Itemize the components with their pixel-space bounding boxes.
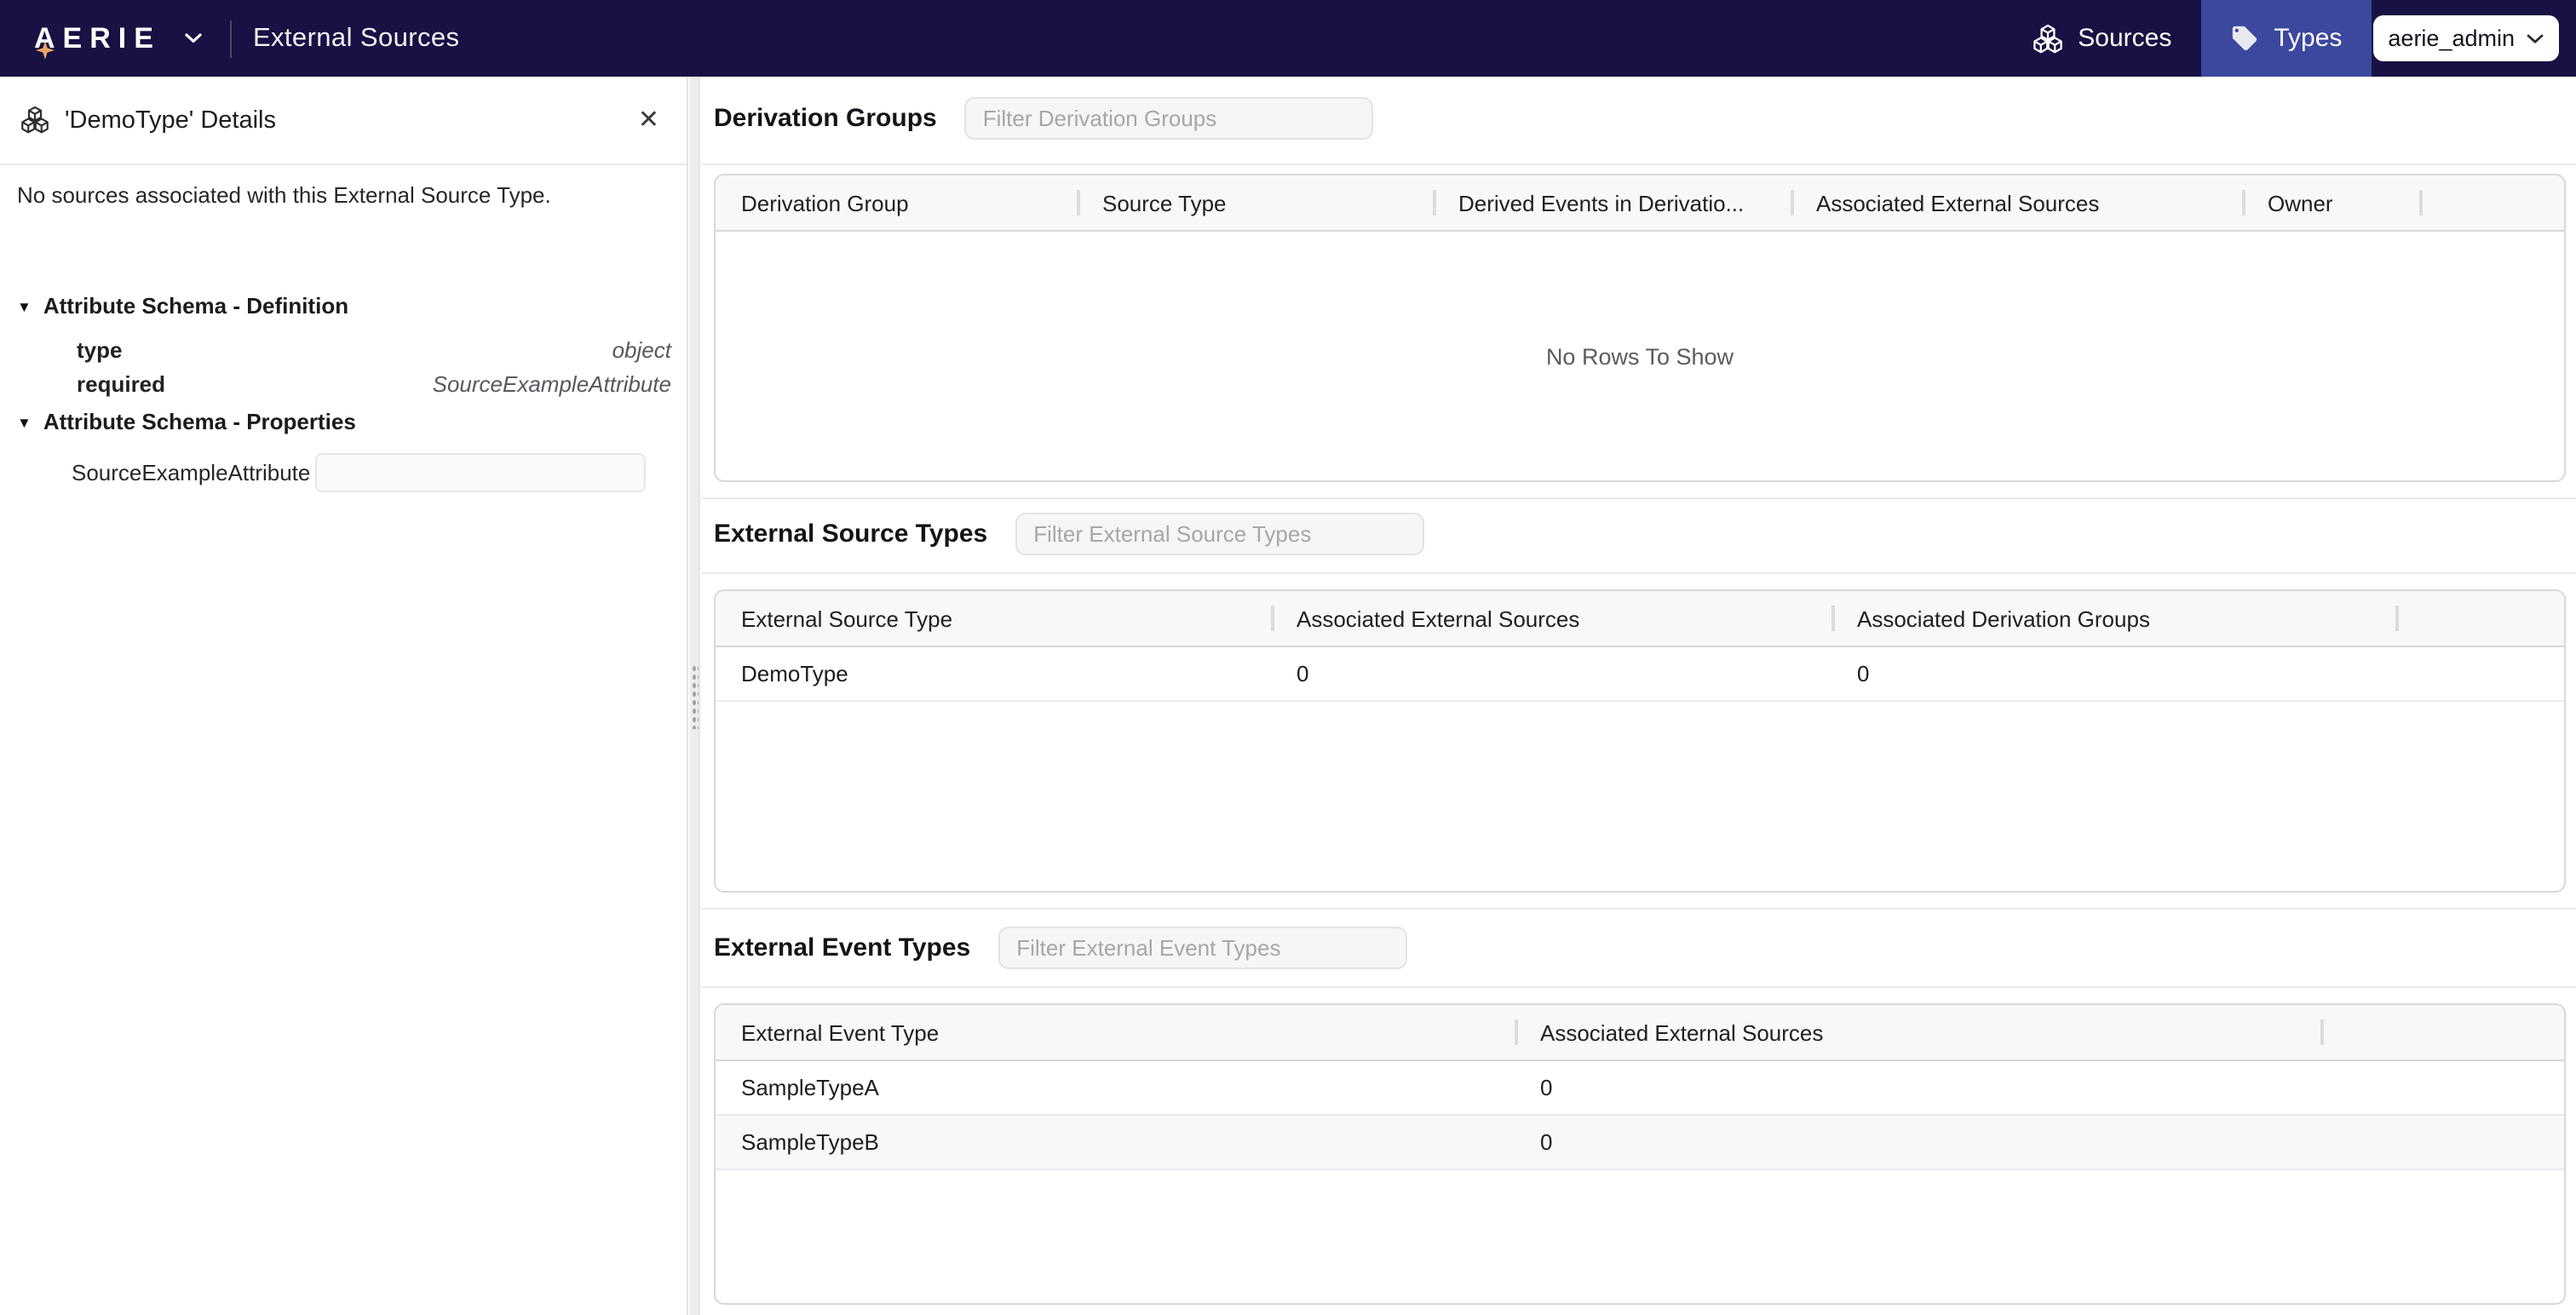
table-header-row: External Event TypeAssociated External S…: [716, 1005, 2564, 1061]
table-header-row: External Source TypeAssociated External …: [716, 591, 2564, 647]
nav-item-sources[interactable]: Sources: [2003, 0, 2200, 77]
details-panel-header: 'DemoType' Details ✕: [0, 77, 687, 164]
main-content: Derivation Groups Derivation GroupSource…: [702, 77, 2576, 1315]
column-header[interactable]: External Event Type: [716, 1005, 1515, 1059]
section-divider: [702, 497, 2576, 499]
schema-row-type: type object: [77, 332, 671, 366]
filter-derivation-groups-input[interactable]: [964, 97, 1373, 140]
empty-state: No Rows To Show: [716, 344, 2564, 370]
section-title: External Source Types: [714, 520, 987, 548]
navbar-left: AERIE External Sources: [0, 0, 459, 77]
details-panel-title: 'DemoType' Details: [65, 106, 276, 134]
table-row[interactable]: SampleTypeB0: [716, 1116, 2564, 1170]
app-window: AERIE External Sources: [0, 0, 2576, 1315]
collapse-triangle-icon: ▼: [17, 297, 32, 314]
table-cell: DemoType: [716, 661, 1271, 686]
table-body: SampleTypeA0SampleTypeB0: [716, 1061, 2564, 1170]
table-cell: SampleTypeA: [716, 1075, 1515, 1100]
column-header[interactable]: Associated Derivation Groups: [1831, 591, 2395, 646]
navbar-divider: [231, 20, 233, 57]
table-header-row: Derivation GroupSource TypeDerived Event…: [716, 175, 2564, 232]
section-label: Attribute Schema - Properties: [43, 409, 356, 434]
table-row[interactable]: SampleTypeA0: [716, 1061, 2564, 1116]
app-menu-button[interactable]: AERIE: [31, 24, 204, 53]
star-icon: [36, 41, 55, 60]
panel-divider: [0, 164, 687, 165]
section-title: External Event Types: [714, 933, 970, 962]
nav-item-label: Sources: [2078, 24, 2171, 53]
column-header[interactable]: [2419, 175, 2564, 230]
filter-external-event-types-input[interactable]: [998, 927, 1406, 969]
column-header[interactable]: Associated External Sources: [1791, 175, 2242, 230]
column-header[interactable]: Derived Events in Derivatio...: [1433, 175, 1791, 230]
external-event-types-header: External Event Types: [714, 927, 1406, 969]
navbar-right: Sources Types aerie_admin: [2003, 0, 2576, 77]
section-divider: [702, 572, 2576, 574]
section-divider: [702, 986, 2576, 988]
derivation-groups-table: Derivation GroupSource TypeDerived Event…: [714, 174, 2566, 482]
tag-icon: [2229, 24, 2258, 53]
filter-external-source-types-input[interactable]: [1015, 513, 1423, 555]
column-header[interactable]: External Source Type: [716, 591, 1271, 646]
section-title: Derivation Groups: [714, 104, 937, 133]
aerie-logo: AERIE: [31, 24, 161, 53]
details-panel: 'DemoType' Details ✕ No sources associat…: [0, 77, 688, 1315]
page-title: External Sources: [253, 23, 459, 54]
table-cell: SampleTypeB: [716, 1129, 1515, 1155]
cubes-icon: [2032, 23, 2062, 54]
user-menu-button[interactable]: aerie_admin: [2372, 15, 2559, 61]
column-header[interactable]: Source Type: [1077, 175, 1433, 230]
table-body: DemoType00: [716, 647, 2564, 702]
property-label: SourceExampleAttribute: [72, 460, 310, 485]
schema-value: object: [612, 336, 671, 362]
property-value-input[interactable]: [315, 453, 646, 492]
cubes-icon: [20, 106, 49, 135]
user-menu-label: aerie_admin: [2388, 26, 2515, 51]
chevron-down-icon: [185, 32, 204, 44]
column-header[interactable]: [2395, 591, 2564, 646]
property-row: SourceExampleAttribute: [72, 453, 646, 492]
section-divider: [702, 164, 2576, 165]
column-header[interactable]: Associated External Sources: [1515, 1005, 2320, 1059]
close-icon[interactable]: ✕: [631, 104, 666, 136]
panel-resize-handle[interactable]: [690, 77, 700, 1315]
column-header[interactable]: Owner: [2242, 175, 2419, 230]
external-event-types-table: External Event TypeAssociated External S…: [714, 1003, 2566, 1305]
no-sources-message: No sources associated with this External…: [17, 182, 670, 208]
collapse-definition-section[interactable]: ▼ Attribute Schema - Definition: [17, 293, 348, 319]
derivation-groups-header: Derivation Groups: [714, 97, 1373, 140]
schema-value: SourceExampleAttribute: [433, 370, 671, 396]
external-source-types-table: External Source TypeAssociated External …: [714, 589, 2566, 893]
table-cell: 0: [1271, 661, 1831, 686]
schema-key: required: [77, 370, 165, 396]
grip-dots-icon: [692, 664, 699, 729]
schema-key: type: [77, 336, 122, 362]
table-row[interactable]: DemoType00: [716, 647, 2564, 702]
table-cell: 0: [1515, 1075, 2320, 1100]
table-cell: 0: [1515, 1129, 2320, 1155]
schema-row-required: required SourceExampleAttribute: [77, 366, 671, 400]
section-divider: [702, 908, 2576, 910]
nav-item-label: Types: [2274, 24, 2342, 53]
column-header[interactable]: Associated External Sources: [1271, 591, 1831, 646]
chevron-down-icon: [2527, 33, 2544, 43]
section-label: Attribute Schema - Definition: [43, 293, 348, 319]
collapse-triangle-icon: ▼: [17, 413, 32, 430]
table-cell: 0: [1831, 661, 2395, 686]
top-navbar: AERIE External Sources: [0, 0, 2576, 77]
column-header[interactable]: Derivation Group: [716, 175, 1077, 230]
column-header[interactable]: [2320, 1005, 2564, 1059]
external-source-types-header: External Source Types: [714, 513, 1423, 555]
collapse-properties-section[interactable]: ▼ Attribute Schema - Properties: [17, 409, 356, 434]
nav-item-types[interactable]: Types: [2200, 0, 2371, 77]
